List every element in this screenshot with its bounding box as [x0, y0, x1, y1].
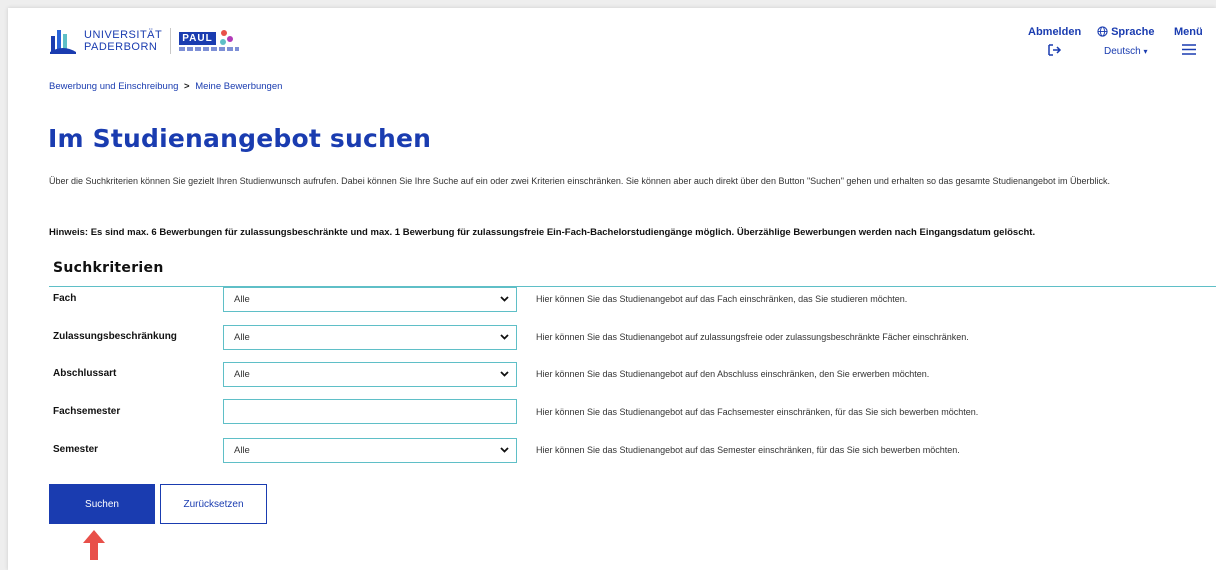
page: UNIVERSITÄT PADERBORN PAUL Abmelden Spra…	[8, 8, 1216, 570]
language-label: Sprache	[1111, 26, 1155, 38]
zulassung-select[interactable]: Alle	[223, 325, 517, 350]
hint-text: Hinweis: Es sind max. 6 Bewerbungen für …	[49, 227, 1036, 238]
breadcrumb-link-my-applications[interactable]: Meine Bewerbungen	[195, 81, 282, 92]
breadcrumb: Bewerbung und Einschreibung > Meine Bewe…	[49, 81, 282, 92]
logout-button[interactable]: Abmelden	[1028, 26, 1081, 59]
zulassung-label: Zulassungsbeschränkung	[53, 331, 177, 342]
semester-select-value: Alle	[234, 445, 250, 456]
fach-label: Fach	[53, 293, 77, 304]
language-selector[interactable]: Sprache Deutsch ▾	[1097, 26, 1154, 57]
abschlussart-select-value: Alle	[234, 369, 250, 380]
globe-icon	[1097, 26, 1108, 40]
university-emblem-icon	[48, 26, 78, 56]
fachsemester-label: Fachsemester	[53, 406, 121, 417]
paul-logo-subline	[179, 47, 240, 51]
language-value: Deutsch	[1104, 46, 1141, 57]
chevron-down-icon	[500, 326, 509, 340]
fachsemester-help: Hier können Sie das Studienangebot auf d…	[536, 407, 979, 417]
chevron-down-icon	[500, 439, 509, 453]
university-logo[interactable]: UNIVERSITÄT PADERBORN PAUL	[48, 26, 241, 56]
chevron-down-icon	[500, 363, 509, 377]
breadcrumb-separator: >	[184, 81, 190, 92]
search-button[interactable]: Suchen	[49, 484, 155, 524]
menu-label: Menü	[1174, 26, 1203, 38]
semester-label: Semester	[53, 444, 99, 455]
fach-select[interactable]: Alle	[223, 287, 517, 312]
reset-button[interactable]: Zurücksetzen	[160, 484, 267, 524]
zulassung-select-value: Alle	[234, 332, 250, 343]
fachsemester-input[interactable]	[223, 399, 517, 424]
criteria-heading: Suchkriterien	[53, 260, 164, 276]
abschlussart-help: Hier können Sie das Studienangebot auf d…	[536, 369, 930, 379]
paul-logo-label: PAUL	[179, 32, 216, 45]
abschlussart-label: Abschlussart	[53, 368, 117, 379]
logo-line2: PADERBORN	[84, 41, 158, 53]
semester-select[interactable]: Alle	[223, 438, 517, 463]
menu-button[interactable]: Menü	[1174, 26, 1203, 55]
fach-select-value: Alle	[234, 294, 250, 305]
paul-logo: PAUL	[179, 28, 241, 54]
logout-icon	[1028, 44, 1081, 59]
intro-text: Über die Suchkriterien können Sie geziel…	[49, 176, 1111, 186]
semester-help: Hier können Sie das Studienangebot auf d…	[536, 445, 960, 455]
zulassung-help: Hier können Sie das Studienangebot auf z…	[536, 332, 969, 342]
chevron-down-icon	[500, 288, 509, 302]
page-title: Im Studienangebot suchen	[48, 124, 432, 153]
fach-help: Hier können Sie das Studienangebot auf d…	[536, 294, 908, 304]
breadcrumb-link-application[interactable]: Bewerbung und Einschreibung	[49, 81, 178, 92]
pointer-arrow-icon	[83, 530, 105, 564]
logo-divider	[170, 28, 172, 54]
logo-line1: UNIVERSITÄT	[84, 29, 163, 41]
hamburger-icon	[1174, 44, 1203, 55]
abschlussart-select[interactable]: Alle	[223, 362, 517, 387]
logout-label: Abmelden	[1028, 26, 1082, 38]
chevron-down-icon: ▾	[1143, 47, 1148, 56]
